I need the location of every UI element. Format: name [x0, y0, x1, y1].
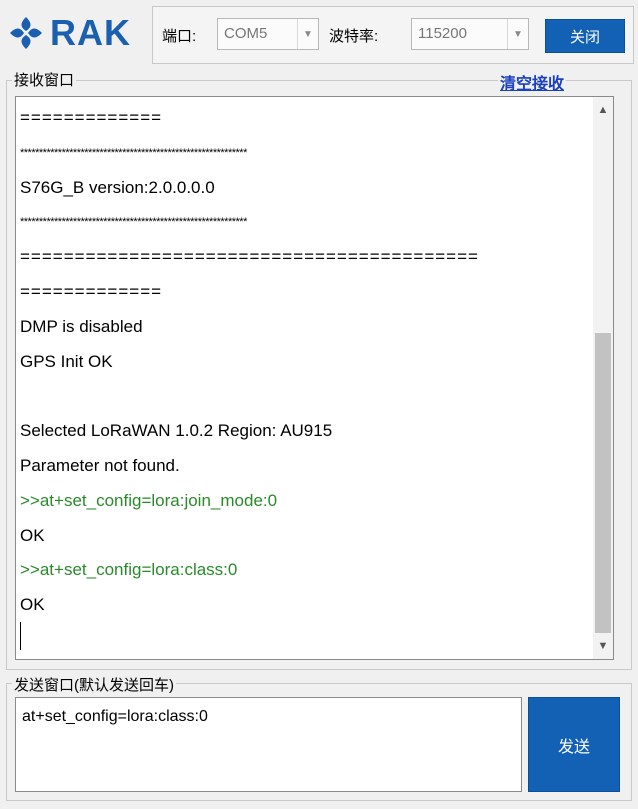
baud-value: 115200: [418, 25, 467, 42]
receive-line: OK: [20, 595, 45, 615]
send-input[interactable]: at+set_config=lora:class:0: [15, 697, 522, 792]
baud-select[interactable]: 115200 ▼: [411, 18, 529, 50]
scroll-thumb[interactable]: [595, 333, 611, 633]
port-label: 端口:: [162, 28, 197, 45]
receive-line: ****************************************…: [20, 146, 247, 159]
scroll-up-icon[interactable]: ▲: [593, 99, 613, 121]
receive-line: Parameter not found.: [20, 455, 180, 475]
logo-text: RAK: [50, 12, 131, 53]
receive-line: >>at+set_config=lora:class:0: [20, 560, 238, 580]
port-select[interactable]: COM5 ▼: [217, 18, 319, 50]
send-input-value: at+set_config=lora:class:0: [22, 708, 208, 725]
chevron-down-icon[interactable]: ▼: [507, 19, 528, 49]
receive-line: >>at+set_config=lora:join_mode:0: [20, 490, 278, 510]
clear-receive-link[interactable]: 清空接收: [498, 70, 567, 94]
receive-textarea[interactable]: ============= ***************************…: [15, 96, 614, 660]
receive-line: =============: [20, 281, 163, 301]
baud-label: 波特率:: [329, 28, 379, 45]
receive-scrollbar[interactable]: ▲ ▼: [593, 97, 613, 659]
send-button[interactable]: 发送: [528, 697, 620, 792]
receive-line: ========================================…: [20, 247, 479, 267]
rak-logo: RAK: [6, 12, 140, 54]
receive-line: =============: [20, 108, 163, 127]
receive-line: [20, 379, 587, 414]
receive-line: DMP is disabled: [20, 316, 143, 336]
receive-line: GPS Init OK: [20, 351, 113, 371]
chevron-down-icon[interactable]: ▼: [297, 19, 318, 49]
receive-line: Selected LoRaWAN 1.0.2 Region: AU915: [20, 421, 333, 441]
port-value: COM5: [224, 25, 268, 42]
text-caret: [20, 622, 21, 650]
rak-logo-icon: [10, 17, 42, 49]
receive-group-title: 接收窗口: [12, 69, 77, 90]
serial-toolbar: 端口: COM5 ▼ 波特率: 115200 ▼ 关闭: [152, 6, 634, 64]
receive-line: S76G_B version:2.0.0.0.0: [20, 177, 215, 197]
receive-line: ****************************************…: [20, 216, 247, 229]
receive-lines: ============= ***************************…: [20, 101, 587, 623]
receive-line: OK: [20, 525, 45, 545]
send-group-title: 发送窗口(默认发送回车): [12, 674, 176, 695]
scroll-down-icon[interactable]: ▼: [593, 635, 613, 657]
close-port-button[interactable]: 关闭: [545, 19, 625, 53]
